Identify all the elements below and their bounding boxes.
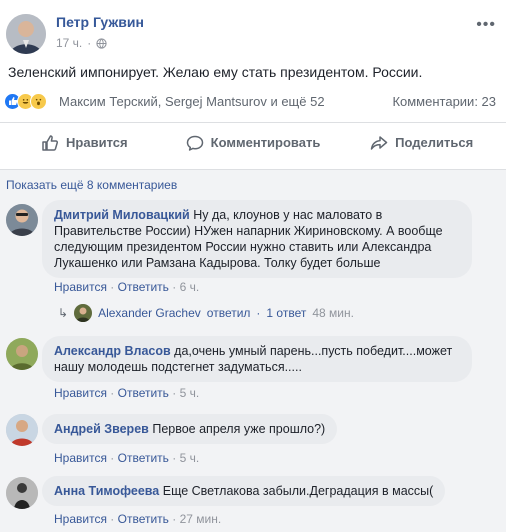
replier-avatar bbox=[74, 304, 93, 322]
dot-separator: · bbox=[110, 386, 115, 400]
reactors-list[interactable]: Максим Терский, Sergej Mantsurov и ещё 5… bbox=[59, 94, 325, 109]
comment-like-link[interactable]: Нравится bbox=[54, 386, 107, 400]
share-button-label: Поделиться bbox=[395, 135, 474, 150]
comment-like-link[interactable]: Нравится bbox=[54, 512, 107, 526]
globe-icon bbox=[96, 37, 107, 49]
comment-time[interactable]: 5 ч. bbox=[180, 451, 200, 465]
comment-actions: Нравится · Ответить · 27 мин. bbox=[54, 512, 221, 526]
meta-separator: · bbox=[87, 36, 92, 50]
reply-time: 48 мин. bbox=[312, 306, 354, 320]
comment-icon bbox=[186, 135, 203, 151]
reply-arrow-icon: ↳ bbox=[58, 306, 69, 320]
dot-separator: · bbox=[172, 386, 177, 400]
dot-separator: · bbox=[256, 306, 261, 320]
author-name[interactable]: Петр Гужвин bbox=[56, 14, 144, 30]
comment-bubble: Александр Власов да,очень умный парень..… bbox=[42, 336, 472, 382]
post-time[interactable]: 17 ч. bbox=[56, 36, 82, 50]
replier-name: Alexander Grachev bbox=[98, 306, 201, 320]
post-meta: 17 ч. · bbox=[56, 36, 107, 50]
comment-like-link[interactable]: Нравится bbox=[54, 451, 107, 465]
like-button[interactable]: Нравится bbox=[0, 123, 169, 162]
post-text: Зеленский импонирует. Желаю ему стать пр… bbox=[8, 64, 423, 80]
comment-time[interactable]: 6 ч. bbox=[180, 280, 200, 294]
comment-reply-link[interactable]: Ответить bbox=[118, 280, 169, 294]
commenter-avatar[interactable] bbox=[6, 414, 38, 446]
dot-separator: · bbox=[110, 280, 115, 294]
reply-count: 1 ответ bbox=[266, 306, 307, 320]
dot-separator: · bbox=[110, 451, 115, 465]
dot-separator: · bbox=[172, 512, 177, 526]
comment-bubble: Дмитрий Миловацкий Ну да, клоунов у нас … bbox=[42, 200, 472, 278]
share-icon bbox=[370, 135, 388, 150]
author-avatar[interactable] bbox=[6, 14, 46, 54]
comment-actions: Нравится · Ответить · 6 ч. bbox=[54, 280, 199, 294]
comment-like-link[interactable]: Нравится bbox=[54, 280, 107, 294]
reaction-icons[interactable] bbox=[4, 92, 47, 110]
share-button[interactable]: Поделиться bbox=[337, 123, 506, 162]
reply-verb: ответил bbox=[206, 306, 251, 320]
like-button-label: Нравится bbox=[66, 135, 128, 150]
comment-bubble: Андрей Зверев Первое апреля уже прошло?) bbox=[42, 414, 338, 444]
post-card: Петр Гужвин 17 ч. · ••• Зеленский импони… bbox=[0, 0, 506, 170]
comment-text: Еще Светлакова забыли.Деградация в массы… bbox=[162, 484, 434, 498]
comment-reply-link[interactable]: Ответить bbox=[118, 512, 169, 526]
comment-actions: Нравится · Ответить · 5 ч. bbox=[54, 451, 199, 465]
comment-bubble: Анна Тимофеева Еще Светлакова забыли.Дег… bbox=[42, 476, 446, 506]
dot-separator: · bbox=[172, 280, 177, 294]
commenter-avatar[interactable] bbox=[6, 204, 38, 236]
comments-count[interactable]: Комментарии: 23 bbox=[392, 94, 496, 109]
comment-reply-link[interactable]: Ответить bbox=[118, 451, 169, 465]
thumbs-up-icon bbox=[42, 134, 59, 151]
comment-time[interactable]: 5 ч. bbox=[180, 386, 200, 400]
replies-summary[interactable]: ↳ Alexander Grachev ответил · 1 ответ 48… bbox=[58, 304, 354, 322]
commenter-name[interactable]: Анна Тимофеева bbox=[54, 484, 159, 498]
dot-separator: · bbox=[110, 512, 115, 526]
comment-text: Первое апреля уже прошло?) bbox=[152, 422, 326, 436]
commenter-avatar[interactable] bbox=[6, 477, 38, 509]
reactions-summary: Максим Терский, Sergej Mantsurov и ещё 5… bbox=[4, 92, 496, 110]
more-options-icon[interactable]: ••• bbox=[476, 16, 496, 34]
comment-actions: Нравится · Ответить · 5 ч. bbox=[54, 386, 199, 400]
comment-reply-link[interactable]: Ответить bbox=[118, 386, 169, 400]
comment-button[interactable]: Комментировать bbox=[169, 123, 338, 162]
commenter-avatar[interactable] bbox=[6, 338, 38, 370]
comment-button-label: Комментировать bbox=[210, 135, 321, 150]
show-more-comments-link[interactable]: Показать ещё 8 комментариев bbox=[6, 178, 177, 192]
wow-reaction-icon bbox=[30, 92, 47, 110]
commenter-name[interactable]: Александр Власов bbox=[54, 344, 171, 358]
dot-separator: · bbox=[172, 451, 177, 465]
comments-section: Показать ещё 8 комментариев Дмитрий Мило… bbox=[0, 170, 506, 532]
commenter-name[interactable]: Дмитрий Миловацкий bbox=[54, 208, 190, 222]
comment-time[interactable]: 27 мин. bbox=[180, 512, 222, 526]
commenter-name[interactable]: Андрей Зверев bbox=[54, 422, 149, 436]
post-actions: Нравится Комментировать Поделиться bbox=[0, 122, 506, 162]
